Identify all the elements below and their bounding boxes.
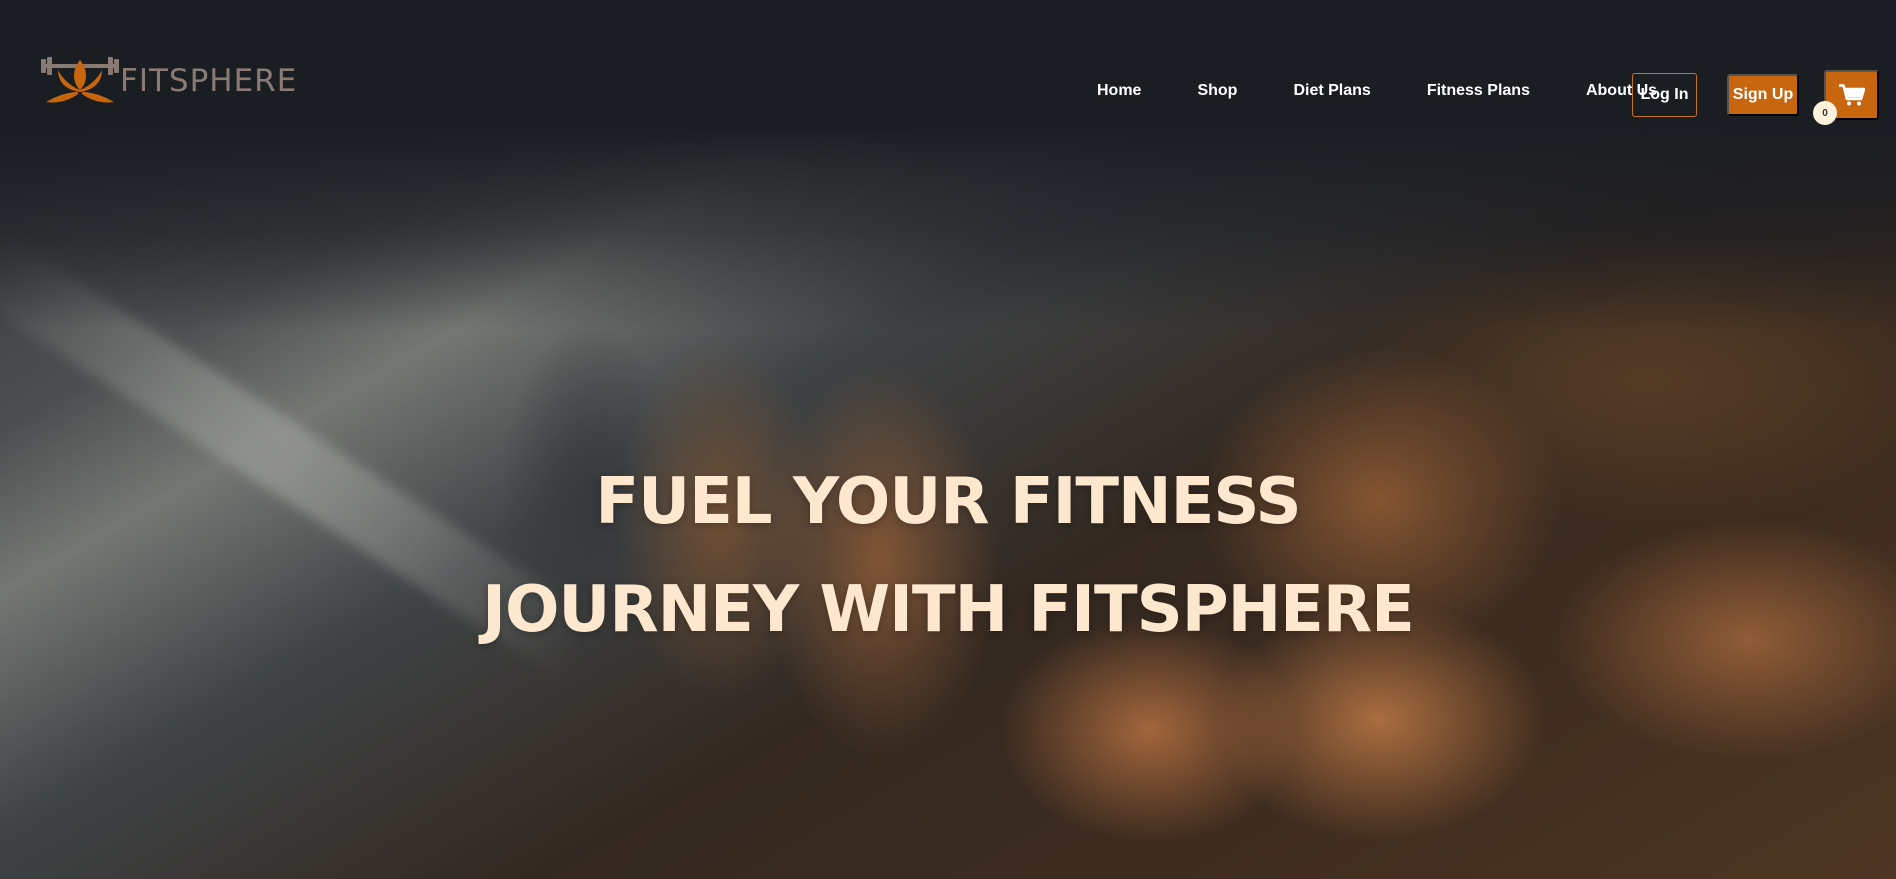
dumbbell-lotus-icon — [41, 57, 119, 103]
shopping-cart-icon — [1838, 84, 1865, 106]
login-button[interactable]: Log In — [1632, 73, 1697, 117]
cart-count-badge: 0 — [1813, 101, 1837, 125]
nav-link-fitness-plans[interactable]: Fitness Plans — [1427, 83, 1530, 99]
site-header: FITSPHERE Home Shop Diet Plans Fitness P… — [0, 0, 1896, 190]
nav-link-home[interactable]: Home — [1097, 83, 1141, 99]
brand-name: FITSPHERE — [120, 62, 298, 99]
main-nav: Home Shop Diet Plans Fitness Plans About… — [1097, 83, 1657, 99]
nav-link-shop[interactable]: Shop — [1197, 83, 1237, 99]
hero-heading: FUEL YOUR FITNESS JOURNEY WITH FITSPHERE — [0, 448, 1896, 664]
signup-button[interactable]: Sign Up — [1727, 74, 1799, 116]
page: FITSPHERE Home Shop Diet Plans Fitness P… — [0, 0, 1896, 879]
nav-link-diet-plans[interactable]: Diet Plans — [1293, 83, 1370, 99]
hero-heading-line-1: FUEL YOUR FITNESS — [595, 465, 1301, 539]
hero-heading-line-2: JOURNEY WITH FITSPHERE — [482, 573, 1415, 647]
brand-logo[interactable]: FITSPHERE — [40, 56, 297, 106]
